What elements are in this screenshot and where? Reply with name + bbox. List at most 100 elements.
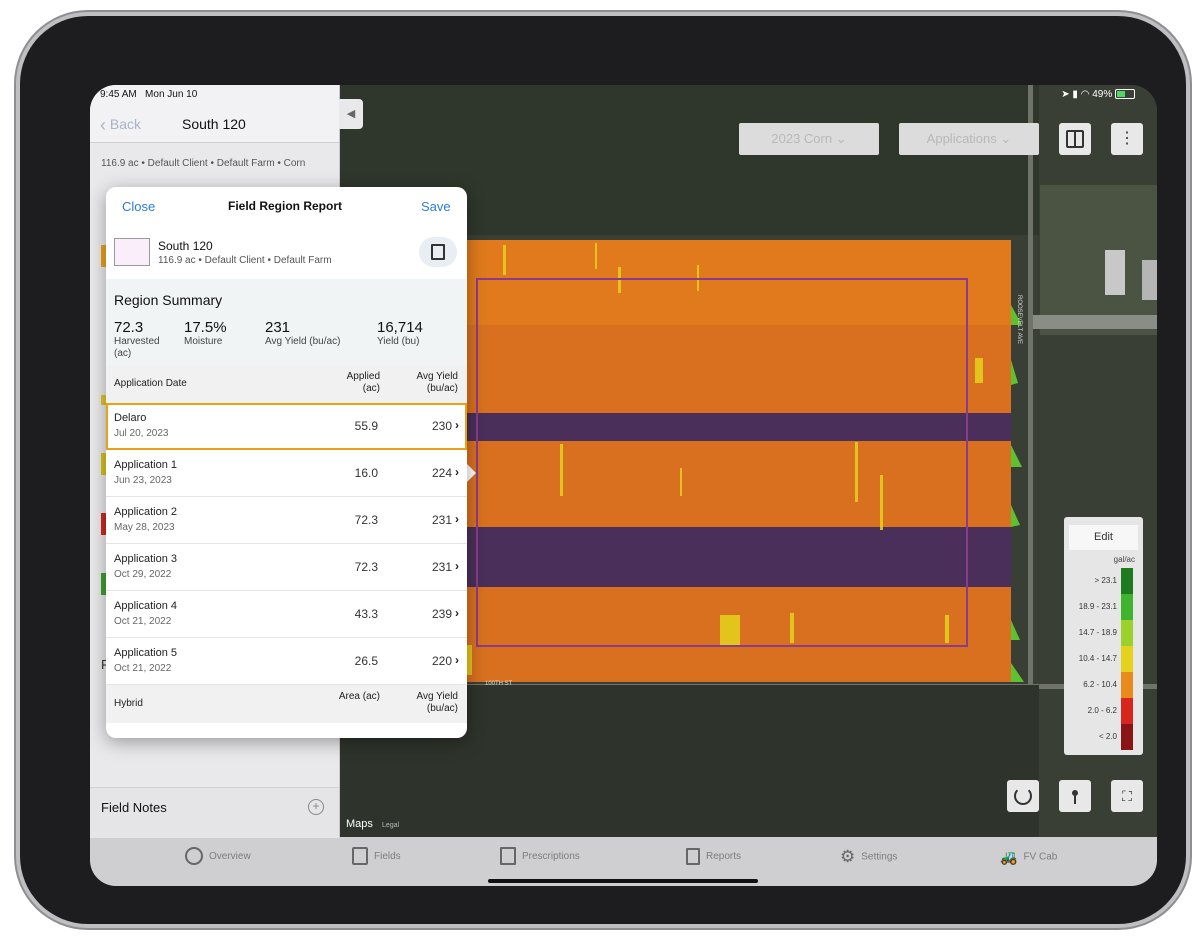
maps-brand-label: Maps [346, 818, 373, 830]
chevron-right-icon: › [455, 418, 459, 432]
legend-row: 18.9 - 23.1 [1064, 594, 1143, 620]
ipad-frame: ROOSEVELT AVE 100TH ST Maps Legal 9:45 A… [20, 16, 1186, 924]
refresh-icon [1014, 786, 1032, 805]
status-date: Mon Jun 10 [145, 89, 198, 100]
application-row[interactable]: Application 4 Oct 21, 2022 43.3 239 › [106, 591, 467, 638]
prescriptions-icon [500, 847, 516, 866]
stat-yield: 16,714 Yield (bu) [377, 319, 423, 348]
legend-panel: Edit gal/ac > 23.1 18.9 - 23.1 14.7 - 18.9… [1064, 517, 1143, 755]
field-region-report-popover: Close Field Region Report Save South 120… [106, 187, 467, 738]
road-label-south: 100TH ST [485, 681, 513, 687]
chevron-right-icon: › [455, 559, 459, 573]
application-avg-yield: 239 [431, 607, 452, 621]
wifi-icon: ◠ [1080, 89, 1090, 100]
chevron-right-icon: › [455, 465, 459, 479]
legend-unit: gal/ac [1113, 555, 1135, 564]
legend-row: > 23.1 [1064, 568, 1143, 594]
legend-range: 10.4 - 14.7 [1078, 654, 1117, 663]
tab-prescriptions[interactable]: Prescriptions [500, 847, 580, 867]
home-indicator[interactable] [488, 879, 758, 883]
fields-icon [352, 847, 368, 866]
maps-legal-link[interactable]: Legal [382, 822, 399, 829]
application-date: Jun 23, 2023 [114, 475, 172, 486]
chevron-left-icon: ◀ [346, 108, 356, 120]
application-row[interactable]: Application 3 Oct 29, 2022 72.3 231 › [106, 544, 467, 591]
application-row[interactable]: Application 2 May 28, 2023 72.3 231 › [106, 497, 467, 544]
legend-edit-button[interactable]: Edit [1069, 525, 1138, 550]
application-applied: 72.3 [354, 513, 378, 527]
application-applied: 72.3 [354, 560, 378, 574]
legend-color-swatch [1121, 646, 1133, 672]
stat-value: 72.3 [114, 319, 144, 336]
application-name: Delaro [114, 412, 147, 424]
sidebar-field-meta: 116.9 ac • Default Client • Default Farm… [101, 158, 306, 169]
chevron-left-icon: ‹ [100, 115, 106, 135]
rotate-map-button[interactable] [1007, 780, 1039, 812]
application-date: Oct 21, 2022 [114, 663, 172, 674]
stat-harvested: 72.3 Harvested (ac) [114, 319, 176, 360]
stat-label: Harvested (ac) [114, 336, 160, 359]
popover-header: Close Field Region Report Save [106, 187, 467, 227]
legend-range: 14.7 - 18.9 [1078, 628, 1117, 637]
col-hybrid: Hybrid [114, 698, 143, 709]
application-avg-yield: 230 [431, 419, 452, 433]
layer-dropdown[interactable]: Applications ⌄ [899, 123, 1039, 155]
split-view-button[interactable] [1059, 123, 1091, 155]
gear-icon: ⚙ [840, 847, 856, 866]
application-avg-yield: 231 [431, 560, 452, 574]
col-area: Area (ac) [338, 691, 380, 702]
tab-reports[interactable]: Reports [686, 847, 741, 867]
application-avg-yield: 231 [431, 513, 452, 527]
application-applied: 43.3 [354, 607, 378, 621]
sidebar-title: South 120 [182, 116, 246, 132]
legend-row: 14.7 - 18.9 [1064, 620, 1143, 646]
application-name: Application 1 [114, 459, 177, 471]
save-button[interactable]: Save [421, 199, 451, 214]
back-button[interactable]: ‹ Back [100, 115, 141, 136]
application-date: Oct 21, 2022 [114, 616, 172, 627]
field-notes-section: Field Notes + [90, 787, 339, 838]
hybrid-table-header: Hybrid Area (ac) Avg Yield (bu/ac) [106, 685, 467, 723]
tab-prescriptions-label: Prescriptions [522, 851, 580, 862]
layer-label: Applications [926, 131, 997, 146]
tab-overview-label: Overview [209, 851, 251, 862]
stat-avg-yield: 231 Avg Yield (bu/ac) [265, 319, 340, 348]
report-clipboard-button[interactable] [419, 237, 457, 267]
fit-extent-icon: ⛶ [1122, 788, 1132, 804]
field-info-row: South 120 116.9 ac • Default Client • De… [106, 227, 467, 279]
more-vertical-icon: ⋮ [1119, 130, 1135, 147]
season-label: 2023 Corn [771, 131, 833, 146]
application-row[interactable]: Delaro Jul 20, 2023 55.9 230 › [106, 403, 467, 450]
tab-fields-label: Fields [374, 851, 401, 862]
overview-icon [185, 847, 203, 866]
legend-row: 2.0 - 6.2 [1064, 698, 1143, 724]
status-bar: 9:45 AM Mon Jun 10 ➤ ▮ ◠ 49% [90, 85, 1157, 103]
legend-color-swatch [1121, 620, 1133, 646]
stat-value: 16,714 [377, 319, 423, 336]
power-button [14, 86, 18, 176]
drop-pin-button[interactable] [1059, 780, 1091, 812]
application-row[interactable]: Application 5 Oct 21, 2022 26.5 220 › [106, 638, 467, 685]
tab-overview[interactable]: Overview [185, 847, 251, 867]
stat-value: 17.5% [184, 319, 227, 336]
legend-color-swatch [1121, 698, 1133, 724]
zoom-to-field-button[interactable]: ⛶ [1111, 780, 1143, 812]
application-name: Application 4 [114, 600, 177, 612]
signal-icon: ▮ [1072, 89, 1078, 100]
tab-settings[interactable]: ⚙ Settings [840, 847, 897, 867]
col-avg-yield: Avg Yield (bu/ac) [416, 371, 458, 394]
tab-fields[interactable]: Fields [352, 847, 401, 867]
close-button[interactable]: Close [122, 199, 155, 214]
pin-icon [1072, 790, 1078, 804]
season-dropdown[interactable]: 2023 Corn ⌄ [739, 123, 879, 155]
add-note-icon[interactable]: + [308, 799, 324, 815]
application-row[interactable]: Application 1 Jun 23, 2023 16.0 224 › [106, 450, 467, 497]
field-meta: 116.9 ac • Default Client • Default Farm [158, 255, 332, 266]
legend-color-swatch [1121, 568, 1133, 594]
popover-title: Field Region Report [228, 199, 342, 213]
region-summary: Region Summary 72.3 Harvested (ac) 17.5%… [106, 279, 467, 365]
tab-fv-cab[interactable]: 🚜 FV Cab [1000, 847, 1057, 867]
more-options-button[interactable]: ⋮ [1111, 123, 1143, 155]
field-name: South 120 [158, 239, 213, 253]
collapse-sidebar-button[interactable]: ◀ [339, 99, 363, 129]
